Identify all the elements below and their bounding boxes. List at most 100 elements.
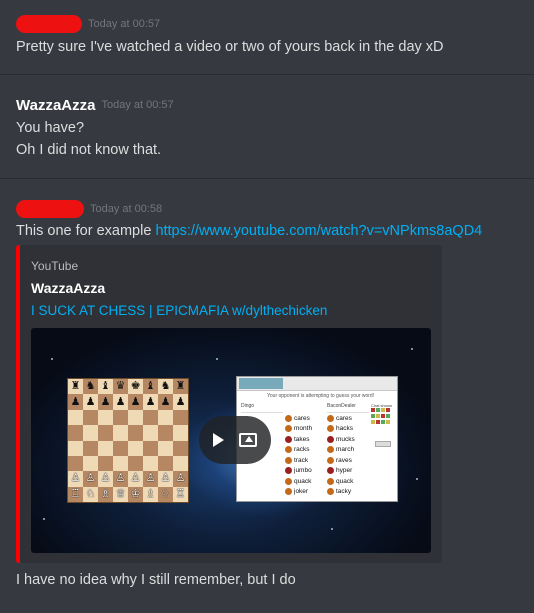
word-text: racks (294, 446, 310, 454)
board-square (83, 409, 98, 426)
chess-piece: ♚ (130, 380, 141, 393)
message-text: This one for example https://www.youtube… (16, 220, 526, 242)
chess-piece: ♙ (70, 472, 81, 485)
word-text: takes (294, 435, 310, 443)
word-column-left: Dingo (241, 403, 283, 413)
board-square: ♔ (128, 486, 143, 502)
board-square (83, 440, 98, 456)
message-group-1: Today at 00:57 Pretty sure I've watched … (16, 14, 526, 58)
word-text: tacky (336, 488, 352, 496)
chess-piece: ♖ (175, 487, 186, 500)
board-square (68, 440, 83, 456)
chess-piece: ♙ (130, 472, 141, 485)
board-square: ♞ (158, 379, 173, 395)
word-status-icon (327, 446, 334, 454)
chess-piece: ♕ (115, 487, 126, 500)
open-external-icon[interactable] (238, 433, 257, 447)
tile (371, 420, 375, 424)
video-thumbnail[interactable]: ♜ ♞ ♝ ♛ ♚ ♝ ♞ ♜ ♟ ♟ ♟ ♟ ♟ ♟ ♟ ♟ ♙ ♙ ♙ ♙ ♙ ♙ ♙ ♙ ♖ ♘ ♗ ♕ ♔ ♗ ♘ ♖ Your op… (31, 328, 431, 553)
chess-piece: ♞ (160, 380, 171, 393)
word-status-icon (327, 414, 334, 422)
game-tabs (239, 378, 283, 389)
board-square: ♙ (68, 471, 83, 487)
star (411, 348, 413, 350)
chess-piece: ♙ (115, 472, 126, 485)
embed-provider[interactable]: YouTube (31, 259, 78, 273)
board-square (128, 409, 143, 426)
chess-piece: ♟ (160, 395, 171, 408)
word-text: hyper (336, 467, 353, 475)
tile (381, 414, 385, 418)
word-text: march (336, 446, 355, 454)
board-square (128, 440, 143, 456)
embed-author[interactable]: WazzaAzza (31, 280, 105, 296)
chess-piece: ♔ (130, 487, 141, 500)
message-continuation: I have no idea why I still remember, but… (16, 569, 526, 591)
chess-piece: ♘ (85, 487, 96, 500)
message-text: You have? (16, 120, 85, 136)
game-status-message: Your opponent is attempting to guess you… (267, 393, 375, 399)
star (216, 358, 218, 360)
chess-piece: ♞ (85, 380, 96, 393)
word-row: month (285, 424, 327, 435)
board-square (143, 409, 158, 426)
word-row: racks (285, 445, 327, 456)
youtube-link[interactable]: https://www.youtube.com/watch?v=vNPkms8a… (155, 223, 482, 239)
board-square (113, 425, 128, 441)
chess-piece: ♛ (115, 380, 126, 393)
board-square (143, 425, 158, 441)
tile (376, 414, 380, 418)
star (43, 518, 45, 520)
chess-piece: ♜ (175, 380, 186, 393)
column-spacer (327, 403, 369, 413)
board-square (173, 440, 188, 456)
message-header: Today at 00:58 (16, 199, 526, 219)
tile (386, 420, 390, 424)
word-row: hacks (327, 424, 369, 435)
timestamp[interactable]: Today at 00:58 (90, 203, 162, 215)
board-square: ♙ (158, 471, 173, 487)
board-square (143, 440, 158, 456)
tile (371, 408, 375, 412)
board-square (98, 455, 113, 472)
star (51, 358, 53, 360)
word-row: jumbo (285, 466, 327, 477)
chess-piece: ♟ (115, 395, 126, 408)
word-text: cares (294, 414, 310, 422)
word-row: joker (285, 487, 327, 498)
word-row: cares (327, 413, 369, 424)
word-row: raves (327, 455, 369, 466)
youtube-embed: YouTube WazzaAzza I SUCK AT CHESS | EPIC… (16, 245, 442, 563)
board-square (128, 455, 143, 472)
word-list-left: cares month takes racks track jumbo quack joker (285, 403, 327, 497)
author-name[interactable]: WazzaAzza (16, 97, 95, 114)
column-spacer (285, 403, 327, 413)
word-row: hyper (327, 466, 369, 477)
chess-piece: ♟ (130, 395, 141, 408)
word-text: mucks (336, 435, 355, 443)
embed-title-link[interactable]: I SUCK AT CHESS | EPICMAFIA w/dylthechic… (31, 303, 327, 318)
chess-board: ♜ ♞ ♝ ♛ ♚ ♝ ♞ ♜ ♟ ♟ ♟ ♟ ♟ ♟ ♟ ♟ ♙ ♙ ♙ ♙ ♙ ♙ ♙ ♙ ♖ ♘ ♗ ♕ ♔ ♗ ♘ ♖ (67, 378, 189, 503)
chess-piece: ♙ (85, 472, 96, 485)
word-status-icon (285, 435, 292, 443)
board-square: ♙ (83, 471, 98, 487)
board-square: ♖ (173, 486, 188, 502)
word-row: takes (285, 434, 327, 445)
board-square: ♘ (158, 486, 173, 502)
message-header: Today at 00:57 (16, 14, 526, 34)
message-divider (0, 74, 534, 75)
board-square: ♘ (83, 486, 98, 502)
board-square: ♟ (98, 394, 113, 410)
board-square: ♛ (113, 379, 128, 395)
timestamp[interactable]: Today at 00:57 (101, 99, 173, 111)
timestamp[interactable]: Today at 00:57 (88, 18, 160, 30)
word-list-right: cares hacks mucks march raves hyper quack tacky (327, 403, 369, 497)
side-button (375, 441, 391, 447)
board-square: ♟ (128, 394, 143, 410)
word-status-icon (285, 446, 292, 454)
play-icon[interactable] (213, 433, 225, 447)
board-square (98, 409, 113, 426)
board-square: ♙ (128, 471, 143, 487)
board-square: ♗ (143, 486, 158, 502)
board-square (158, 455, 173, 472)
